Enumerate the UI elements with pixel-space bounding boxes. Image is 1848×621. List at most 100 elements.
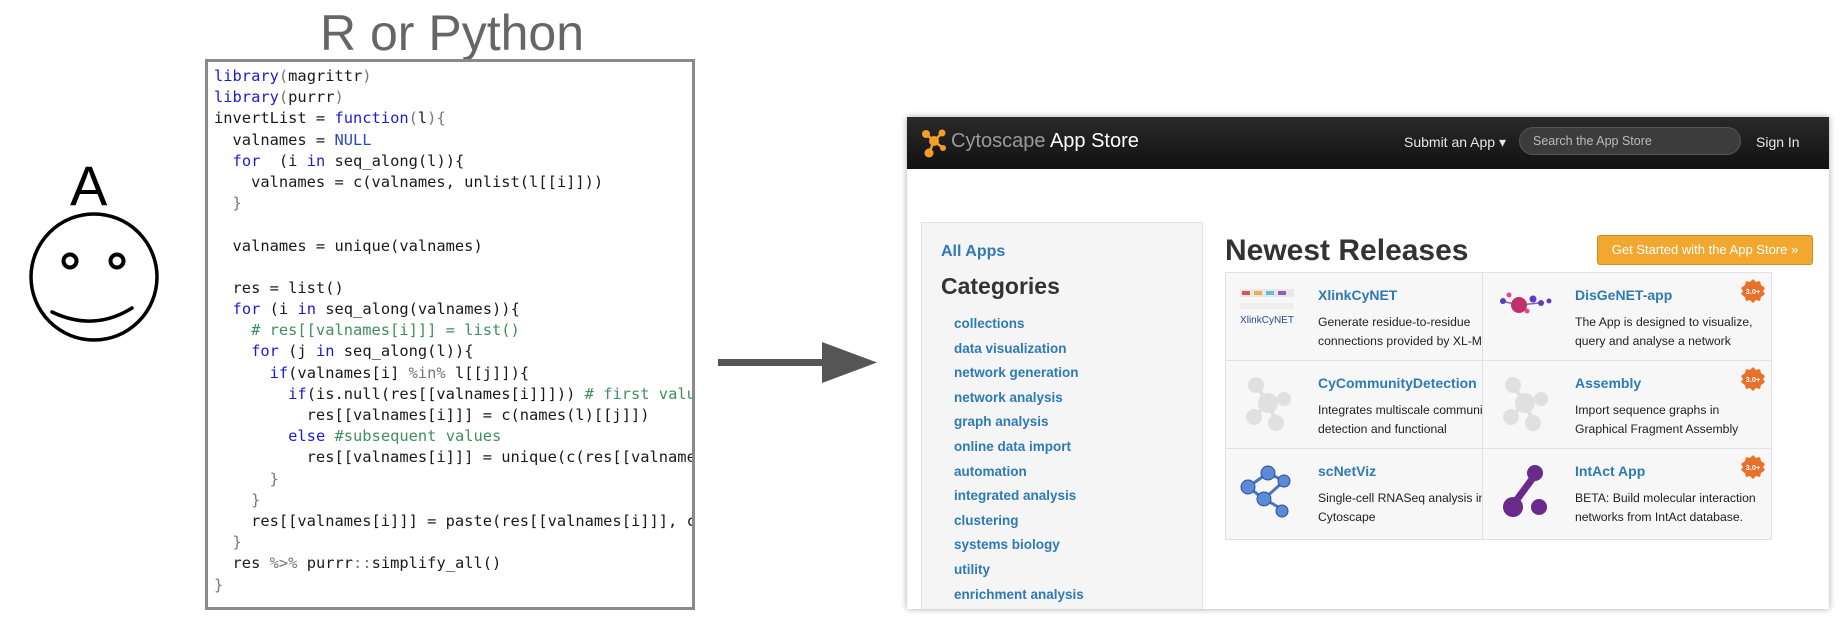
code-token: %>% — [269, 554, 298, 573]
app-name-link[interactable]: scNetViz — [1318, 463, 1376, 479]
category-link[interactable]: automation — [954, 460, 1084, 485]
code-line: if(is.null(res[[valnames[i]]])) # first … — [214, 384, 695, 405]
generic-app-network-icon-icon — [1503, 377, 1548, 431]
code-line: # res[[valnames[i]]] = list() — [214, 320, 692, 341]
category-link[interactable]: utility — [954, 558, 1084, 583]
code-token: (is.null(res[[valnames[i]]])) — [306, 384, 585, 403]
code-token: else — [288, 427, 326, 446]
category-link[interactable]: graph analysis — [954, 410, 1084, 435]
cytoscape-logo-icon[interactable] — [921, 128, 947, 158]
code-token: in — [315, 342, 335, 361]
code-line: } — [214, 193, 692, 214]
code-token: function — [334, 109, 409, 128]
app-card[interactable]: XlinkCyNET XlinkCyNET Generate residue-to-… — [1225, 272, 1515, 364]
category-link[interactable]: data visualization — [954, 337, 1084, 362]
code-token: res[[valnames[i]]] = c(names(l)[[j]]) — [214, 406, 650, 424]
code-token: (j — [278, 342, 316, 361]
code-token: simplify_all() — [371, 554, 502, 573]
code-token: for — [232, 300, 261, 319]
category-link[interactable]: enrichment analysis — [954, 583, 1084, 608]
code-token: ( — [278, 67, 289, 85]
category-link[interactable]: collections — [954, 312, 1084, 337]
code-token: (i — [260, 300, 298, 319]
code-line: res %>% purrr::simplify_all() — [214, 553, 692, 574]
code-line: valnames = NULL — [214, 130, 692, 151]
app-store-window: Cytoscape App Store Submit an App ▾ Sign… — [907, 117, 1829, 609]
sign-in-link[interactable]: Sign In — [1756, 134, 1800, 150]
code-line: res[[valnames[i]]] = c(names(l)[[j]]) — [214, 405, 692, 426]
app-card[interactable]: CyCommunityDetection Integrates multiscal… — [1225, 360, 1515, 452]
thumb-label: XlinkCyNET — [1240, 315, 1294, 326]
code-token: } — [214, 490, 261, 509]
code-token: seq_along(valnames)){ — [315, 300, 520, 319]
submit-app-dropdown[interactable]: Submit an App ▾ — [1404, 134, 1506, 151]
app-name-link[interactable]: CyCommunityDetection — [1318, 375, 1477, 391]
category-link[interactable]: clustering — [954, 509, 1084, 534]
app-description: The App is designed to visualize, query … — [1575, 315, 1753, 348]
app-card[interactable]: scNetViz Single-cell RNASeq analysis in C… — [1225, 448, 1515, 540]
category-list: collections data visualization network gen… — [954, 312, 1084, 607]
code-token: for — [232, 151, 261, 170]
code-line: res[[valnames[i]]] = unique(c(res[[valna… — [214, 447, 692, 468]
logo-brand: Cytoscape — [951, 130, 1046, 152]
category-link[interactable]: systems biology — [954, 533, 1084, 558]
app-description: Single-cell RNASeq analysis in Cytoscape — [1318, 491, 1486, 524]
code-token: } — [214, 575, 224, 594]
app-card[interactable]: DisGeNET-app The App is designed to visua… — [1482, 272, 1772, 364]
code-token: library — [214, 67, 279, 85]
code-token: l — [417, 109, 428, 128]
code-token: invertList = — [214, 109, 335, 128]
store-navbar: Cytoscape App Store Submit an App ▾ Sign… — [907, 117, 1829, 169]
logo-suffix: App Store — [1045, 130, 1139, 152]
app-name-link[interactable]: IntAct App — [1575, 463, 1645, 479]
code-line: res[[valnames[i]]] = paste(res[[valnames… — [214, 511, 695, 532]
category-link[interactable]: integrated analysis — [954, 484, 1084, 509]
right-arrow-icon — [718, 342, 877, 383]
code-line: library(magrittr) — [214, 66, 692, 87]
app-card[interactable]: IntAct App BETA: Build molecular interact… — [1482, 448, 1772, 540]
code-line: invertList = function(l){ — [214, 108, 692, 129]
version-badge-icon: 3.0+ — [1741, 367, 1765, 391]
page-title: Newest Releases — [1225, 234, 1469, 267]
code-panel: library(magrittr) library(purrr) invertLis… — [205, 59, 695, 610]
code-token: # first value — [584, 384, 695, 403]
code-token: res — [214, 554, 270, 573]
code-token: res[[valnames[i]]] = paste(res[[valnames… — [214, 511, 695, 530]
disgenet-network-logo-icon — [1500, 292, 1552, 314]
code-token: valnames = — [214, 130, 335, 149]
app-description: Import sequence graphs in Graphical Frag… — [1575, 403, 1739, 436]
app-description: BETA: Build molecular interaction networ… — [1575, 491, 1756, 524]
generic-app-network-icon-icon — [1246, 377, 1291, 431]
code-token: purrr — [288, 88, 335, 107]
category-link[interactable]: online data import — [954, 435, 1084, 460]
search-input[interactable] — [1519, 127, 1741, 155]
category-link[interactable]: network generation — [954, 361, 1084, 386]
code-token: NULL — [334, 130, 372, 149]
code-token: valnames = c(valnames, unlist(l[[i]])) — [214, 172, 604, 191]
app-description: Generate residue-to-residue connections … — [1318, 315, 1503, 348]
category-sidebar: All Apps Categories collections data visu… — [921, 222, 1203, 609]
app-name-link[interactable]: DisGeNET-app — [1575, 287, 1672, 303]
store-logo[interactable]: Cytoscape App Store — [951, 130, 1139, 153]
code-token: if — [269, 363, 289, 382]
code-token: %in% — [408, 363, 446, 382]
app-name-link[interactable]: Assembly — [1575, 375, 1641, 391]
category-link[interactable]: network analysis — [954, 386, 1084, 411]
version-badge-label: 3.0+ — [1746, 463, 1761, 472]
code-token: ( — [278, 88, 289, 107]
app-name-link[interactable]: XlinkCyNET — [1318, 287, 1397, 303]
code-token: :: — [353, 554, 372, 573]
code-token: seq_along(l)){ — [325, 151, 465, 170]
app-description: Integrates multiscale community detectio… — [1318, 403, 1493, 436]
code-token: (valnames[i] — [288, 363, 409, 382]
all-apps-link[interactable]: All Apps — [941, 243, 1005, 261]
code-token: in — [297, 300, 316, 319]
app-card[interactable]: Assembly Import sequence graphs in Graphi… — [1482, 360, 1772, 452]
code-line: if(valnames[i] %in% l[[j]]){ — [214, 363, 692, 384]
code-token: #subsequent values — [334, 427, 502, 446]
get-started-button[interactable]: Get Started with the App Store » — [1597, 235, 1813, 265]
